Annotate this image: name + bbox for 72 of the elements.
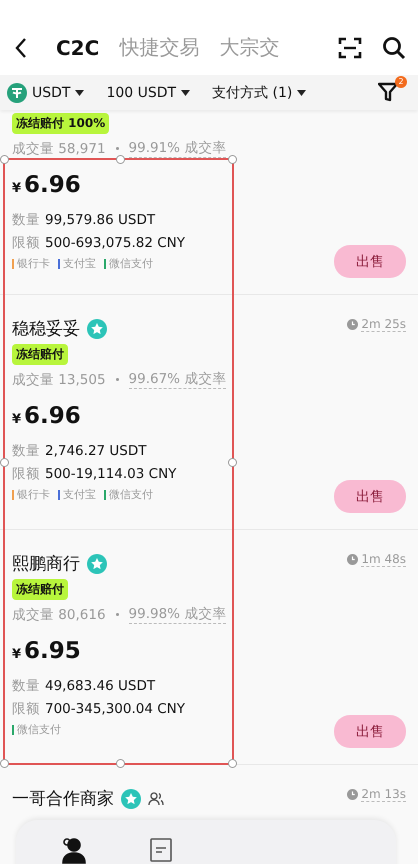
merchant-name[interactable]: 熙鹏商行 bbox=[12, 552, 80, 575]
price: 6.96 bbox=[24, 172, 81, 198]
payment-method: 支付宝 bbox=[63, 256, 96, 271]
trade-count: 成交量 58,971 bbox=[12, 140, 106, 158]
payment-method: 支付宝 bbox=[63, 487, 96, 502]
payment-method: 微信支付 bbox=[109, 487, 153, 502]
quantity-label: 数量 bbox=[12, 212, 40, 228]
sell-button[interactable]: 出售 bbox=[334, 245, 406, 278]
limit-label: 限额 bbox=[12, 466, 40, 482]
filter-dropdown[interactable]: USDT bbox=[32, 84, 70, 100]
price: 6.96 bbox=[24, 403, 81, 429]
quantity-value: 99,579.86 USDT bbox=[45, 212, 156, 228]
payment-method: 微信支付 bbox=[109, 256, 153, 271]
filter-dropdown[interactable]: 支付方式 (1) bbox=[212, 84, 292, 102]
resize-handle[interactable] bbox=[0, 155, 9, 164]
quantity-label: 数量 bbox=[12, 443, 40, 459]
payment-method: 微信支付 bbox=[17, 722, 61, 737]
resize-handle[interactable] bbox=[228, 759, 237, 768]
limit-value: 700-345,300.04 CNY bbox=[45, 701, 185, 717]
sell-button[interactable]: 出售 bbox=[334, 480, 406, 513]
coin-icon bbox=[7, 82, 27, 102]
caret-icon bbox=[75, 90, 84, 96]
response-time: 2m 25s bbox=[361, 317, 406, 332]
search-icon[interactable] bbox=[382, 36, 406, 60]
guarantee-badge: 冻结赔付 bbox=[12, 579, 68, 600]
document-icon[interactable] bbox=[150, 838, 172, 862]
trade-count: 成交量 80,616 bbox=[12, 606, 106, 624]
back-icon[interactable] bbox=[14, 36, 28, 58]
resize-handle[interactable] bbox=[116, 155, 125, 164]
currency-symbol: ¥ bbox=[12, 181, 22, 196]
response-time: 2m 13s bbox=[361, 787, 406, 802]
resize-handle[interactable] bbox=[228, 155, 237, 164]
guarantee-badge: 冻结赔付 bbox=[12, 344, 68, 365]
separator-dot bbox=[116, 613, 119, 616]
tab[interactable]: 大宗交 bbox=[219, 34, 280, 61]
merchant-name[interactable]: 一哥合作商家 bbox=[12, 787, 114, 810]
selection-frame[interactable] bbox=[3, 158, 234, 765]
clock-icon bbox=[347, 319, 358, 330]
separator-dot bbox=[116, 378, 119, 381]
limit-label: 限额 bbox=[12, 701, 40, 717]
quantity-label: 数量 bbox=[12, 678, 40, 694]
payment-method: 银行卡 bbox=[17, 487, 50, 502]
clock-icon bbox=[347, 789, 358, 800]
clock-icon bbox=[347, 554, 358, 565]
people-icon[interactable] bbox=[60, 838, 88, 864]
guarantee-badge: 冻结赔付 100% bbox=[12, 113, 110, 134]
filter-icon[interactable] bbox=[378, 82, 398, 102]
scan-icon[interactable] bbox=[338, 36, 362, 58]
tab[interactable]: C2C bbox=[56, 36, 100, 60]
sell-button[interactable]: 出售 bbox=[334, 715, 406, 748]
limit-label: 限额 bbox=[12, 235, 40, 251]
quantity-value: 49,683.46 USDT bbox=[45, 678, 156, 694]
currency-symbol: ¥ bbox=[12, 412, 22, 427]
currency-symbol: ¥ bbox=[12, 647, 22, 662]
count-badge: 2 bbox=[395, 76, 407, 88]
price: 6.95 bbox=[24, 638, 81, 664]
merchant-name[interactable]: 稳稳妥妥 bbox=[12, 317, 80, 340]
quantity-value: 2,746.27 USDT bbox=[45, 443, 147, 459]
caret-icon bbox=[181, 90, 190, 96]
limit-value: 500-19,114.03 CNY bbox=[45, 466, 176, 482]
resize-handle[interactable] bbox=[0, 759, 9, 768]
resize-handle[interactable] bbox=[116, 759, 125, 768]
payment-method: 银行卡 bbox=[17, 256, 50, 271]
trade-count: 成交量 13,505 bbox=[12, 370, 106, 388]
resize-handle[interactable] bbox=[228, 458, 237, 467]
filter-dropdown[interactable]: 100 USDT bbox=[106, 84, 176, 100]
response-time: 1m 48s bbox=[361, 552, 406, 567]
caret-icon bbox=[297, 90, 306, 96]
tab[interactable]: 快捷交易 bbox=[119, 34, 200, 61]
separator-dot bbox=[116, 147, 119, 150]
limit-value: 500-693,075.82 CNY bbox=[45, 235, 185, 251]
resize-handle[interactable] bbox=[0, 458, 9, 467]
